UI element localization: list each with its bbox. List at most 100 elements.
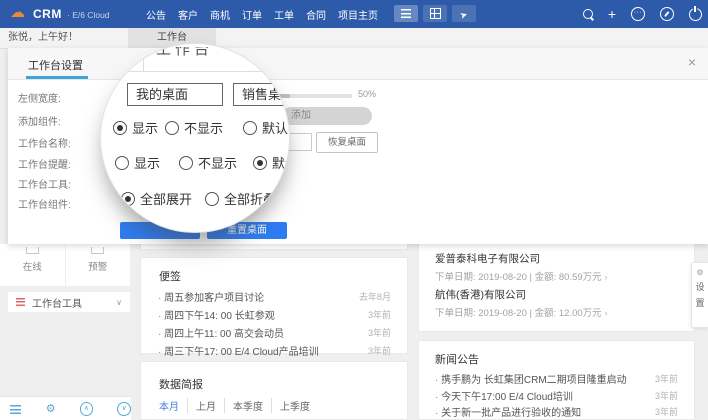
components-option-collapse-all[interactable]: 全部折叠 (205, 189, 276, 208)
menu-item-customer[interactable]: 客户 (178, 7, 198, 22)
screen: ☁ CRM · E/6 Cloud 公告 客户 商机 订单 工单 合同 项目主页… (0, 0, 708, 420)
menu-lines-icon (16, 298, 25, 306)
send-button[interactable] (452, 5, 476, 22)
alert-icon (91, 247, 104, 254)
slider-value: 50% (358, 89, 376, 99)
greeting-bar: 张悦，上午好！ 工作台 (0, 28, 708, 49)
topbar-right-icons: + ··· (583, 0, 702, 28)
data-brief-tabs: 本月 上月 本季度 上季度 (159, 398, 318, 413)
tools-option-hide[interactable]: 不显示 (179, 153, 237, 172)
sidebar-status-cells: 在线 预警 (0, 244, 130, 286)
menu-item-announcement[interactable]: 公告 (146, 7, 166, 22)
radio-icon (179, 156, 193, 170)
menu-item-project-home[interactable]: 项目主页 (338, 7, 378, 22)
radio-icon (165, 121, 179, 135)
sidebar-bottom-toolbar: ⚙ ∧ ∨ (0, 396, 131, 420)
label-workbench-components: 工作台组件: (18, 196, 71, 211)
workbench-tools-header[interactable]: 工作台工具 ∨ (8, 292, 130, 312)
news-title: 新闻公告 (435, 351, 479, 367)
tools-option-show[interactable]: 显示 (115, 153, 160, 172)
gear-icon: ⚙ (696, 268, 703, 277)
order-meta[interactable]: 下单日期: 2019-08-20 | 金额: 80.59万元 (435, 269, 608, 283)
restore-desktop-button[interactable]: 恢复桌面 (316, 132, 378, 153)
brand-name: CRM (33, 7, 62, 21)
sidebar-cell-alert[interactable]: 预警 (66, 244, 131, 286)
radio-icon (243, 121, 257, 135)
news-item[interactable]: 今天下午17:00 E/4 Cloud培训 3年前 (435, 388, 678, 403)
order-meta[interactable]: 下单日期: 2019-08-20 | 金额: 12.00万元 (435, 305, 608, 319)
tab-underline (26, 76, 88, 79)
news-item[interactable]: 关于新一批产品进行验收的通知 3年前 (435, 404, 678, 419)
menu-item-workorder[interactable]: 工单 (274, 7, 294, 22)
news-item[interactable]: 携手鹏为 长虹集团CRM二期项目隆重启动 3年前 (435, 371, 678, 386)
messages-icon[interactable]: ··· (631, 7, 645, 21)
paper-plane-icon (460, 5, 468, 23)
order-company[interactable]: 爱普泰科电子有限公司 (435, 251, 540, 266)
note-item[interactable]: 周四上午11: 00 高交会动员 3年前 (158, 325, 391, 340)
label-workbench-reminder: 工作台提醒: (18, 156, 71, 171)
tools-option-default[interactable]: 默认 (253, 153, 290, 172)
phone-icon[interactable] (660, 7, 674, 21)
sidebar-cell-online[interactable]: 在线 (0, 244, 66, 286)
label-add-component: 添加组件: (18, 113, 61, 128)
radio-icon (115, 156, 129, 170)
radio-selected-icon (121, 192, 135, 206)
lens-box-edge (143, 55, 144, 71)
add-component-button[interactable]: 添加 (282, 107, 372, 125)
tab-this-quarter[interactable]: 本季度 (224, 398, 271, 413)
reminder-option-default[interactable]: 默认 (243, 118, 288, 137)
reminder-option-hide[interactable]: 不显示 (165, 118, 223, 137)
news-card: 新闻公告 携手鹏为 长虹集团CRM二期项目隆重启动 3年前 今天下午17:00 … (418, 340, 695, 420)
collapse-down-icon[interactable]: ∨ (117, 402, 131, 416)
grid-view-button[interactable] (423, 5, 447, 22)
magnifier-lens: 工作台 我的桌面 销售桌面 显示 不显示 默认 显示 不显示 默认 (100, 43, 290, 233)
tab-last-quarter[interactable]: 上季度 (271, 398, 318, 413)
order-company[interactable]: 航伟(香港)有限公司 (435, 287, 526, 302)
collapse-up-icon[interactable]: ∧ (80, 402, 94, 416)
note-item[interactable]: 周三下午17: 00 E/4 Cloud产品培训 3年前 (158, 343, 391, 358)
view-switch-buttons (394, 5, 476, 22)
online-icon (26, 247, 39, 254)
reminder-option-show[interactable]: 显示 (113, 118, 158, 137)
search-icon[interactable] (583, 9, 593, 19)
top-navbar: ☁ CRM · E/6 Cloud 公告 客户 商机 订单 工单 合同 项目主页… (0, 0, 708, 28)
list-view-button[interactable] (394, 5, 418, 22)
label-workbench-name: 工作台名称: (18, 135, 71, 150)
greeting-text: 张悦，上午好！ (8, 28, 78, 48)
tab-last-month[interactable]: 上月 (187, 398, 224, 413)
radio-selected-icon (253, 156, 267, 170)
radio-selected-icon (113, 121, 127, 135)
chevron-down-icon: ∨ (116, 298, 122, 307)
notes-title: 便签 (159, 268, 181, 284)
data-brief-title: 数据简报 (159, 376, 203, 392)
orders-card: 爱普泰科电子有限公司 下单日期: 2019-08-20 | 金额: 80.59万… (418, 244, 695, 332)
close-icon[interactable]: × (688, 54, 696, 70)
tab-this-month[interactable]: 本月 (159, 398, 187, 413)
menu-item-opportunity[interactable]: 商机 (210, 7, 230, 22)
note-item[interactable]: 周四下午14: 00 长虹参观 3年前 (158, 307, 391, 322)
desktop-tab-mine[interactable]: 我的桌面 (127, 83, 223, 106)
lens-divider (101, 71, 289, 72)
cloud-logo-icon: ☁ (10, 3, 25, 23)
power-icon[interactable] (689, 8, 702, 21)
note-item[interactable]: 周五参加客户项目讨论 去年8月 (158, 289, 391, 304)
radio-icon (205, 192, 219, 206)
components-option-expand-all[interactable]: 全部展开 (121, 189, 192, 208)
menu-item-order[interactable]: 订单 (242, 7, 262, 22)
data-brief-card: 数据简报 本月 上月 本季度 上季度 (140, 361, 408, 420)
brand-suffix: · E/6 Cloud (67, 10, 110, 20)
card-sliver (140, 244, 408, 250)
menu-item-contract[interactable]: 合同 (306, 7, 326, 22)
main-menu: 公告 客户 商机 订单 工单 合同 项目主页 (146, 0, 378, 28)
notes-card: 便签 周五参加客户项目讨论 去年8月 周四下午14: 00 长虹参观 3年前 周… (140, 257, 408, 354)
panel-title: 工作台设置 (28, 57, 83, 73)
panel-list-icon[interactable] (10, 405, 21, 414)
desktop-tab-sales[interactable]: 销售桌面 (233, 83, 290, 106)
label-workbench-tools: 工作台工具: (18, 176, 71, 191)
clipped-tab-fragment: 工作台 (156, 47, 246, 66)
side-settings-tab[interactable]: ⚙ 设 置 (691, 262, 708, 328)
add-icon[interactable]: + (608, 7, 616, 21)
gear-icon[interactable]: ⚙ (46, 404, 56, 415)
list-icon (401, 9, 411, 18)
panel-header (8, 48, 708, 80)
